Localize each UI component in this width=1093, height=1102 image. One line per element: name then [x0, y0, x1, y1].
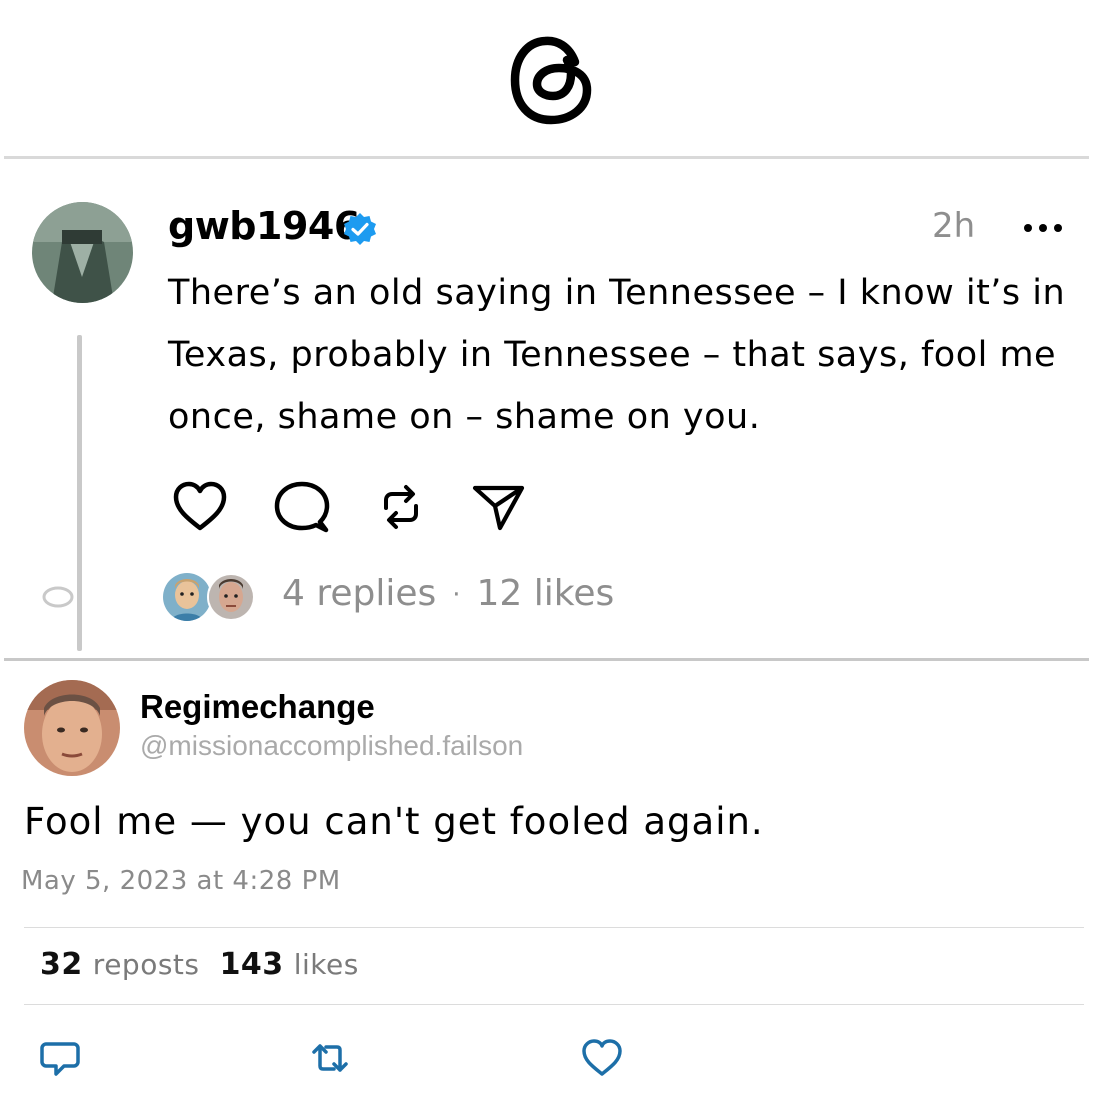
- post-username[interactable]: gwb1946: [168, 204, 360, 248]
- like-icon[interactable]: [580, 1036, 624, 1080]
- repost-icon[interactable]: [372, 478, 430, 536]
- reply-avatar[interactable]: [207, 573, 255, 621]
- likes-count[interactable]: 12 likes: [477, 573, 615, 614]
- tweet-stats: 32 reposts 143 likes: [40, 947, 359, 982]
- heart-icon[interactable]: [171, 478, 229, 536]
- avatar[interactable]: [24, 680, 120, 776]
- reply-avatar[interactable]: [163, 573, 211, 621]
- tweet-likes-label[interactable]: likes: [294, 948, 359, 981]
- tweet-display-name[interactable]: Regimechange: [140, 688, 375, 726]
- verified-badge-icon: [344, 213, 376, 245]
- tweet-handle[interactable]: @missionaccomplished.failson: [140, 730, 523, 762]
- tweet-date[interactable]: May 5, 2023 at 4:28 PM: [21, 866, 341, 896]
- comment-icon[interactable]: [272, 478, 330, 536]
- section-divider: [4, 658, 1089, 661]
- avatar[interactable]: [32, 202, 133, 303]
- reply-icon[interactable]: [38, 1036, 82, 1080]
- tweet-text: Fool me — you can't get fooled again.: [24, 800, 764, 843]
- post-text: There’s an old saying in Tennessee – I k…: [168, 273, 1066, 437]
- tweet-divider: [24, 927, 1084, 928]
- post-time: 2h: [932, 206, 976, 246]
- threads-logo-icon[interactable]: [505, 28, 601, 130]
- reposts-label[interactable]: reposts: [93, 948, 200, 981]
- tweet-likes-count[interactable]: 143: [220, 947, 284, 982]
- header-divider: [4, 156, 1089, 159]
- stats-separator: ·: [452, 580, 461, 610]
- more-dots-icon[interactable]: [1022, 219, 1064, 237]
- retweet-icon[interactable]: [308, 1036, 352, 1080]
- reposts-count[interactable]: 32: [40, 947, 83, 982]
- thread-loop-icon: [42, 586, 74, 608]
- post-stats: 4 replies · 12 likes: [282, 573, 614, 614]
- share-icon[interactable]: [470, 478, 528, 536]
- replies-count[interactable]: 4 replies: [282, 573, 436, 614]
- tweet-divider: [24, 1004, 1084, 1005]
